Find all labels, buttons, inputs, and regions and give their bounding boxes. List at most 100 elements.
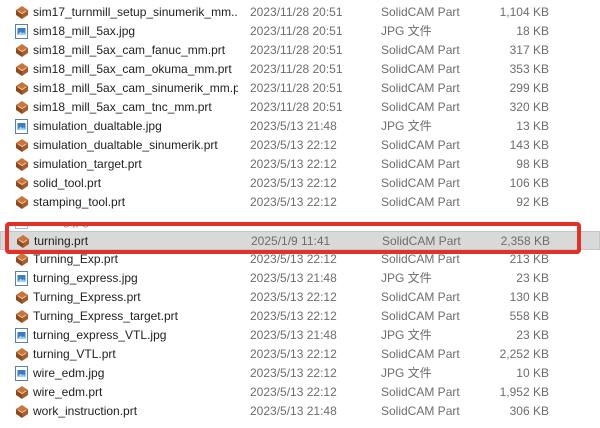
file-type: SolidCAM Part bbox=[381, 100, 460, 114]
file-size: 320 KB bbox=[509, 100, 549, 114]
file-date-modified: 2025/1/9 11:41 bbox=[251, 234, 331, 248]
file-date-modified: 2023/11/28 20:51 bbox=[250, 81, 343, 95]
solidcam-part-icon bbox=[15, 155, 31, 174]
file-row[interactable]: sim17_turnmill_setup_sinumerik_mm.... 202… bbox=[0, 3, 600, 22]
file-name: solid_tool.prt bbox=[33, 176, 102, 190]
file-size: 317 KB bbox=[509, 43, 549, 57]
solidcam-part-icon bbox=[16, 232, 32, 251]
file-row[interactable]: stamping_tool.prt 2023/5/13 22:12 SolidCAM… bbox=[0, 193, 600, 212]
file-type: JPG 文件 bbox=[381, 271, 432, 285]
file-row[interactable]: Turning_Express.prt 2023/5/13 22:12 SolidC… bbox=[0, 288, 600, 307]
file-size: 2,252 KB bbox=[499, 347, 549, 361]
file-type: SolidCAM Part bbox=[381, 347, 460, 361]
file-name: sim17_turnmill_setup_sinumerik_mm.... bbox=[33, 5, 238, 19]
file-row[interactable]: turning.jpg 2023/5/13 22:12 JPG 文件 8 KB bbox=[0, 212, 600, 231]
file-row[interactable]: simulation_dualtable.jpg 2023/5/13 21:48 J… bbox=[0, 117, 600, 136]
file-date-modified: 2023/5/13 22:12 bbox=[250, 195, 337, 209]
file-name: sim18_mill_5ax.jpg bbox=[33, 24, 136, 38]
file-type: SolidCAM Part bbox=[381, 81, 460, 95]
file-row[interactable]: sim18_mill_5ax_cam_okuma_mm.prt 2023/11/2… bbox=[0, 60, 600, 79]
file-type: SolidCAM Part bbox=[381, 157, 460, 171]
file-type: SolidCAM Part bbox=[381, 43, 460, 57]
file-date-modified: 2023/5/13 22:12 bbox=[250, 252, 337, 266]
file-date-modified: 2023/5/13 22:12 bbox=[250, 214, 337, 228]
file-date-modified: 2023/11/28 20:51 bbox=[250, 62, 343, 76]
solidcam-part-icon bbox=[15, 193, 31, 212]
file-size: 1,104 KB bbox=[499, 5, 549, 19]
file-list: sim17_turnmill_setup_sinumerik_mm.... 202… bbox=[0, 3, 600, 421]
solidcam-part-icon bbox=[15, 288, 31, 307]
file-row[interactable]: sim18_mill_5ax_cam_fanuc_mm.prt 2023/11/2… bbox=[0, 41, 600, 60]
file-size: 23 KB bbox=[516, 271, 549, 285]
solidcam-part-icon bbox=[15, 383, 31, 402]
file-row[interactable]: turning_express.jpg 2023/5/13 21:48 JPG 文件… bbox=[0, 269, 600, 288]
file-date-modified: 2023/5/13 22:12 bbox=[250, 366, 337, 380]
solidcam-part-icon bbox=[15, 345, 31, 364]
file-date-modified: 2023/11/28 20:51 bbox=[250, 100, 343, 114]
file-name: sim18_mill_5ax_cam_sinumerik_mm.prt bbox=[33, 81, 238, 95]
file-type: SolidCAM Part bbox=[381, 385, 460, 399]
file-type: SolidCAM Part bbox=[382, 234, 461, 248]
file-row[interactable]: wire_edm.prt 2023/5/13 22:12 SolidCAM Part… bbox=[0, 383, 600, 402]
jpg-image-icon bbox=[15, 269, 31, 288]
file-date-modified: 2023/5/13 22:12 bbox=[250, 290, 337, 304]
file-row[interactable]: Turning_Exp.prt 2023/5/13 22:12 SolidCAM P… bbox=[0, 250, 600, 269]
file-name: simulation_dualtable.jpg bbox=[33, 119, 162, 133]
file-row[interactable]: sim18_mill_5ax_cam_tnc_mm.prt 2023/11/28 … bbox=[0, 98, 600, 117]
jpg-image-icon bbox=[15, 22, 31, 41]
solidcam-part-icon bbox=[15, 174, 31, 193]
file-size: 18 KB bbox=[516, 24, 549, 38]
file-row[interactable]: Turning_Express_target.prt 2023/5/13 22:1… bbox=[0, 307, 600, 326]
file-row[interactable]: turning_express_VTL.jpg 2023/5/13 21:48 JP… bbox=[0, 326, 600, 345]
file-type: SolidCAM Part bbox=[381, 404, 460, 418]
file-date-modified: 2023/5/13 21:48 bbox=[250, 119, 337, 133]
file-size: 558 KB bbox=[509, 309, 549, 323]
solidcam-part-icon bbox=[15, 307, 31, 326]
file-name: stamping_tool.prt bbox=[33, 195, 126, 209]
solidcam-part-icon bbox=[15, 60, 31, 79]
file-size: 1,952 KB bbox=[499, 385, 549, 399]
file-row[interactable]: simulation_target.prt 2023/5/13 22:12 Soli… bbox=[0, 155, 600, 174]
file-row[interactable]: work_instruction.prt 2023/5/13 21:48 Solid… bbox=[0, 402, 600, 421]
file-row[interactable]: simulation_dualtable_sinumerik.prt 2023/5… bbox=[0, 136, 600, 155]
file-row[interactable]: turning.prt 2025/1/9 11:41 SolidCAM Part 2,… bbox=[0, 231, 600, 250]
file-date-modified: 2023/11/28 20:51 bbox=[250, 5, 343, 19]
file-name: work_instruction.prt bbox=[33, 404, 138, 418]
file-date-modified: 2023/5/13 22:12 bbox=[250, 138, 337, 152]
file-name: Turning_Express_target.prt bbox=[33, 309, 178, 323]
jpg-image-icon bbox=[15, 364, 31, 383]
file-type: SolidCAM Part bbox=[381, 309, 460, 323]
file-row[interactable]: solid_tool.prt 2023/5/13 22:12 SolidCAM Pa… bbox=[0, 174, 600, 193]
file-name: sim18_mill_5ax_cam_tnc_mm.prt bbox=[33, 100, 212, 114]
file-name: turning_VTL.prt bbox=[33, 347, 116, 361]
file-type: SolidCAM Part bbox=[381, 138, 460, 152]
file-name: wire_edm.jpg bbox=[33, 366, 105, 380]
file-size: 2,358 KB bbox=[500, 234, 550, 248]
solidcam-part-icon bbox=[15, 41, 31, 60]
file-size: 98 KB bbox=[516, 157, 549, 171]
file-date-modified: 2023/5/13 22:12 bbox=[250, 157, 337, 171]
file-row[interactable]: wire_edm.jpg 2023/5/13 22:12 JPG 文件 10 KB bbox=[0, 364, 600, 383]
file-date-modified: 2023/11/28 20:51 bbox=[250, 43, 343, 57]
file-row[interactable]: sim18_mill_5ax_cam_sinumerik_mm.prt 2023/… bbox=[0, 79, 600, 98]
file-row[interactable]: sim18_mill_5ax.jpg 2023/11/28 20:51 JPG 文件… bbox=[0, 22, 600, 41]
file-name: turning.jpg bbox=[33, 214, 90, 228]
jpg-image-icon bbox=[15, 117, 31, 136]
file-name: simulation_dualtable_sinumerik.prt bbox=[33, 138, 218, 152]
file-type: SolidCAM Part bbox=[381, 195, 460, 209]
file-size: 299 KB bbox=[509, 81, 549, 95]
file-name: turning_express.jpg bbox=[33, 271, 138, 285]
solidcam-part-icon bbox=[15, 79, 31, 98]
file-name: simulation_target.prt bbox=[33, 157, 142, 171]
file-type: JPG 文件 bbox=[381, 328, 432, 342]
file-type: JPG 文件 bbox=[381, 24, 432, 38]
file-type: SolidCAM Part bbox=[381, 290, 460, 304]
file-size: 10 KB bbox=[516, 366, 549, 380]
jpg-image-icon bbox=[15, 326, 31, 345]
file-type: JPG 文件 bbox=[381, 366, 432, 380]
file-name: sim18_mill_5ax_cam_fanuc_mm.prt bbox=[33, 43, 226, 57]
solidcam-part-icon bbox=[15, 98, 31, 117]
file-row[interactable]: turning_VTL.prt 2023/5/13 22:12 SolidCAM P… bbox=[0, 345, 600, 364]
file-name: sim18_mill_5ax_cam_okuma_mm.prt bbox=[33, 62, 232, 76]
file-date-modified: 2023/5/13 22:12 bbox=[250, 385, 337, 399]
